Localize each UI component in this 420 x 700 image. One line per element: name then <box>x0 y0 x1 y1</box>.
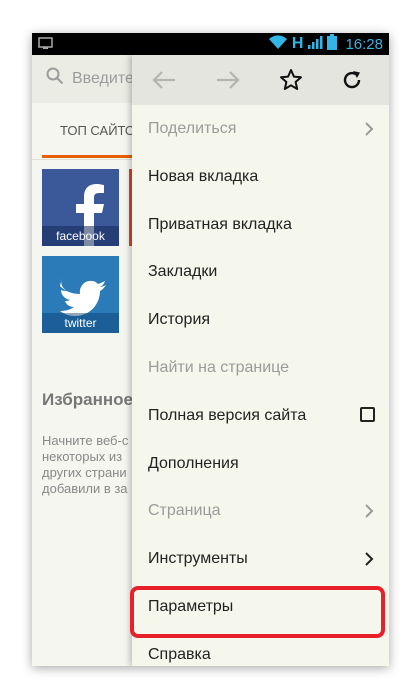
menu-item-label: Поделиться <box>148 120 237 137</box>
menu-item[interactable]: Новая вкладка <box>132 153 389 201</box>
favorites-title: Избранное <box>42 390 133 409</box>
menu-item-label: Закладки <box>148 263 218 281</box>
status-bar: H 16:28 <box>32 33 389 55</box>
tile-label: twitter <box>42 313 119 333</box>
menu-item-label: Приватная вкладка <box>148 215 292 233</box>
menu-item-label: Дополнения <box>148 454 239 472</box>
battery-icon <box>327 33 338 55</box>
search-icon <box>46 67 64 90</box>
clock: 16:28 <box>345 35 383 53</box>
phone-screen: H 16:28 Введите ТОП САЙТОВ facebook twit… <box>32 33 389 666</box>
menu-item[interactable]: Инструменты <box>132 535 389 583</box>
menu-item: Страница <box>132 487 389 535</box>
top-site-tile-twitter[interactable]: twitter <box>42 256 119 333</box>
star-icon <box>280 69 302 90</box>
back-arrow-icon <box>152 71 175 89</box>
menu-item: Найти на странице <box>132 344 389 392</box>
menu-item[interactable]: Закладки <box>132 248 389 296</box>
chevron-right-icon <box>365 504 374 519</box>
menu-nav-bar <box>132 55 389 105</box>
menu-item[interactable]: Приватная вкладка <box>132 201 389 249</box>
menu-item: Поделиться <box>132 105 389 153</box>
chevron-right-icon <box>365 552 374 566</box>
wifi-icon <box>268 34 288 55</box>
screen-icon <box>38 37 54 56</box>
menu-item[interactable]: Полная версия сайта <box>132 392 389 440</box>
tile-label: facebook <box>42 226 119 246</box>
menu-item-label: Полная версия сайта <box>148 406 307 424</box>
chevron-right-icon <box>365 122 374 136</box>
menu-item[interactable]: Дополнения <box>132 440 389 488</box>
top-site-tile-facebook[interactable]: facebook <box>42 169 119 246</box>
back-button[interactable] <box>134 55 194 105</box>
menu-item[interactable]: История <box>132 296 389 344</box>
menu-item-label: История <box>148 311 211 329</box>
forward-arrow-icon <box>217 71 240 89</box>
highlight-frame <box>130 586 385 638</box>
menu-item-label: Страница <box>148 502 221 520</box>
reload-button[interactable] <box>322 55 382 105</box>
forward-button[interactable] <box>198 55 258 105</box>
checkbox[interactable] <box>360 406 375 422</box>
reload-icon <box>343 71 361 89</box>
network-type: H <box>291 35 304 52</box>
menu-item-label: Справка <box>148 645 211 663</box>
menu-item-label: Найти на странице <box>148 359 290 376</box>
bookmark-button[interactable] <box>261 55 321 105</box>
signal-icon <box>307 34 323 55</box>
browser-menu: Поделиться Новая вкладка Приватная вкладка… <box>132 55 389 666</box>
menu-item-label: Инструменты <box>148 550 248 568</box>
menu-item-label: Новая вкладка <box>148 167 259 185</box>
search-placeholder: Введите <box>72 69 134 87</box>
